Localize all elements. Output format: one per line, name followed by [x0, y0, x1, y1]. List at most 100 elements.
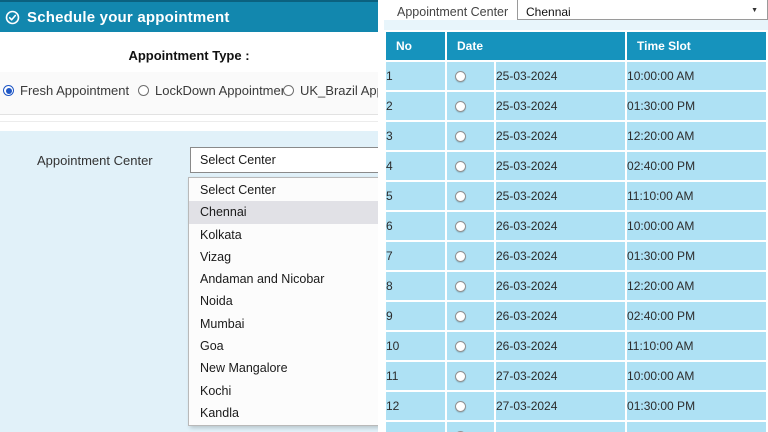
slots-table: No Date Time Slot 1 25-03-2024 10:00:00 … [384, 30, 768, 432]
section-divider [0, 121, 378, 122]
slot-time: 02:40:00 PM [627, 302, 766, 330]
slot-radio[interactable] [455, 221, 466, 232]
slot-radio[interactable] [455, 281, 466, 292]
slot-radio[interactable] [455, 251, 466, 262]
slot-row: 3 25-03-2024 12:20:00 AM [386, 122, 766, 150]
col-header-time-slot: Time Slot [627, 32, 766, 60]
dropdown-option[interactable]: Select Center [189, 179, 378, 201]
slot-row: 9 26-03-2024 02:40:00 PM [386, 302, 766, 330]
appointment-type-label: Appointment Type : [0, 48, 378, 63]
slot-date [496, 422, 625, 432]
slot-radio[interactable] [455, 101, 466, 112]
center-select[interactable]: Select Center [190, 147, 378, 173]
appointment-type-radio[interactable]: Fresh Appointment [3, 83, 129, 98]
slot-time: 12:20:00 AM [627, 122, 766, 150]
center-select[interactable]: Chennai ▼ [517, 0, 768, 20]
radio-icon [283, 85, 294, 96]
panel-header: Schedule your appointment [0, 0, 378, 32]
slot-radio-cell [447, 182, 494, 210]
dropdown-option[interactable]: Andaman and Nicobar [189, 268, 378, 290]
slot-row: 12 27-03-2024 01:30:00 PM [386, 392, 766, 420]
spacer-strip [384, 20, 768, 30]
slot-date: 27-03-2024 [496, 362, 625, 390]
dropdown-option[interactable]: Chennai [189, 201, 378, 223]
slot-row: 7 26-03-2024 01:30:00 PM [386, 242, 766, 270]
slot-no: 4 [386, 152, 445, 180]
dropdown-option[interactable]: Mumbai [189, 313, 378, 335]
dropdown-option[interactable]: Goa [189, 335, 378, 357]
slot-time [627, 422, 766, 432]
dropdown-option[interactable]: Kandla [189, 402, 378, 424]
page-title: Schedule your appointment [27, 9, 230, 26]
slot-no: 11 [386, 362, 445, 390]
col-header-date: Date [447, 32, 625, 60]
slot-no: 1 [386, 62, 445, 90]
center-select-value: Chennai [526, 5, 571, 19]
dropdown-option[interactable]: Kolkata [189, 224, 378, 246]
slot-radio[interactable] [455, 311, 466, 322]
col-header-no: No [386, 32, 445, 60]
slot-row: 5 25-03-2024 11:10:00 AM [386, 182, 766, 210]
radio-label: UK_Brazil Appo [300, 83, 378, 98]
radio-label: LockDown Appointment [155, 83, 292, 98]
center-dropdown-list: Select Center Chennai Kolkata Vizag Anda… [188, 177, 378, 426]
dropdown-option[interactable]: Kochi [189, 380, 378, 402]
slot-time: 12:20:00 AM [627, 272, 766, 300]
dropdown-option[interactable]: New Mangalore [189, 357, 378, 379]
slot-radio-cell [447, 242, 494, 270]
slot-time: 11:10:00 AM [627, 182, 766, 210]
slot-time: 01:30:00 PM [627, 242, 766, 270]
slot-no [386, 422, 445, 432]
slot-time: 01:30:00 PM [627, 392, 766, 420]
slot-row: 10 26-03-2024 11:10:00 AM [386, 332, 766, 360]
slot-time: 02:40:00 PM [627, 152, 766, 180]
slot-no: 9 [386, 302, 445, 330]
appointment-center-label: Appointment Center [37, 153, 153, 168]
slot-radio-cell [447, 302, 494, 330]
center-select-value: Select Center [200, 153, 276, 167]
slot-radio-cell [447, 272, 494, 300]
chevron-down-icon: ▼ [751, 7, 758, 14]
slot-radio[interactable] [455, 341, 466, 352]
slot-date: 25-03-2024 [496, 92, 625, 120]
slot-radio-cell [447, 332, 494, 360]
slot-date: 26-03-2024 [496, 272, 625, 300]
radio-label: Fresh Appointment [20, 83, 129, 98]
slot-date: 27-03-2024 [496, 392, 625, 420]
clock-check-icon [5, 10, 20, 25]
slot-date: 26-03-2024 [496, 242, 625, 270]
slot-time: 10:00:00 AM [627, 212, 766, 240]
slot-radio-cell [447, 392, 494, 420]
appointment-type-radio[interactable]: UK_Brazil Appo [283, 83, 378, 98]
slot-radio[interactable] [455, 191, 466, 202]
slot-radio-cell [447, 152, 494, 180]
slots-table-header-row: No Date Time Slot [386, 32, 766, 60]
dropdown-option[interactable]: Vizag [189, 246, 378, 268]
slot-radio[interactable] [455, 71, 466, 82]
slot-no: 12 [386, 392, 445, 420]
slot-row: 11 27-03-2024 10:00:00 AM [386, 362, 766, 390]
slot-radio-cell [447, 212, 494, 240]
slot-time: 10:00:00 AM [627, 362, 766, 390]
slot-date: 25-03-2024 [496, 152, 625, 180]
slot-row: 2 25-03-2024 01:30:00 PM [386, 92, 766, 120]
slot-date: 25-03-2024 [496, 122, 625, 150]
slot-radio[interactable] [455, 371, 466, 382]
slot-row: 6 26-03-2024 10:00:00 AM [386, 212, 766, 240]
slot-no: 2 [386, 92, 445, 120]
slot-date: 25-03-2024 [496, 182, 625, 210]
appointment-scheduler-panel: Schedule your appointment Appointment Ty… [0, 0, 378, 432]
slot-radio[interactable] [455, 131, 466, 142]
slot-row [386, 422, 766, 432]
slot-radio-cell [447, 122, 494, 150]
appointment-type-radio[interactable]: LockDown Appointment [138, 83, 292, 98]
slot-radio-cell [447, 62, 494, 90]
slot-no: 3 [386, 122, 445, 150]
slot-radio[interactable] [455, 401, 466, 412]
slot-radio[interactable] [455, 161, 466, 172]
slot-time: 01:30:00 PM [627, 92, 766, 120]
slot-row: 1 25-03-2024 10:00:00 AM [386, 62, 766, 90]
screen: Schedule your appointment Appointment Ty… [0, 0, 768, 432]
dropdown-option[interactable]: Noida [189, 290, 378, 312]
slot-row: 4 25-03-2024 02:40:00 PM [386, 152, 766, 180]
